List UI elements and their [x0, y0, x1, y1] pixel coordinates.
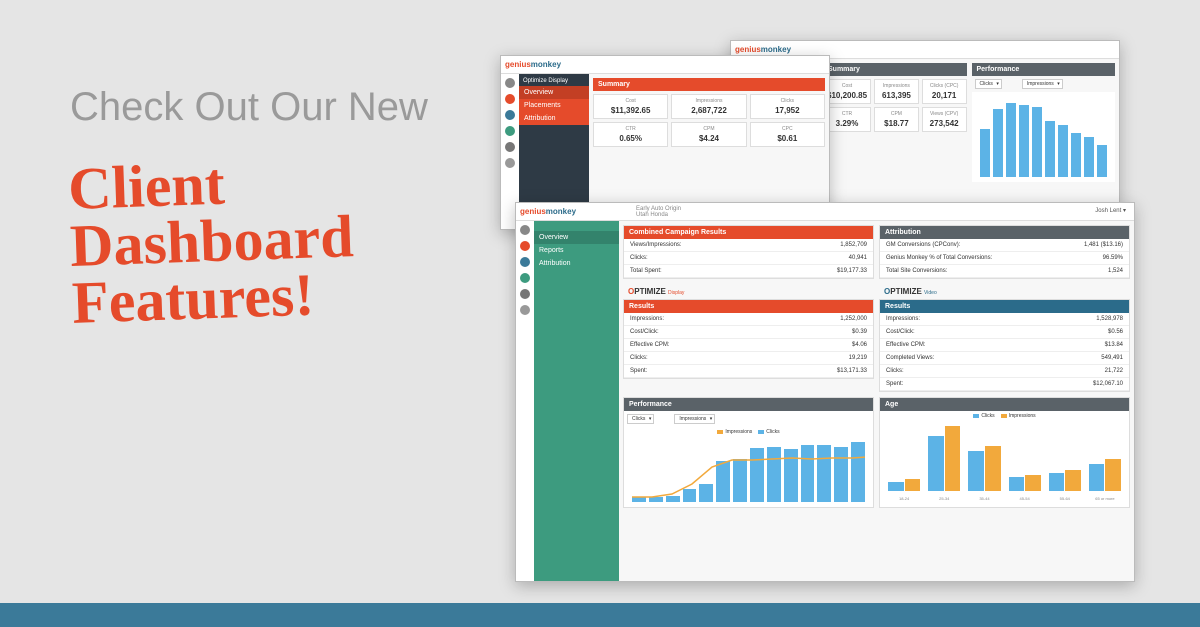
metric-impressions: Impressions2,687,722	[671, 94, 746, 119]
panel-title: Combined Campaign Results	[624, 226, 873, 239]
optimize-display-logo: OPTIMIZE Display	[623, 284, 874, 299]
chart-legend: Impressions Clicks	[624, 427, 873, 437]
nav-icon[interactable]	[520, 273, 530, 283]
sidebar-item-overview[interactable]: Overview	[534, 231, 619, 244]
panel-title: Age	[880, 398, 1129, 411]
metric-cost: Cost$10,200.85	[823, 79, 871, 104]
panel-combined: Combined Campaign Results Views/Impressi…	[623, 225, 874, 279]
performance-title: Performance	[972, 63, 1116, 76]
metric-cpm: CPM$18.77	[874, 107, 919, 132]
panel-performance: Performance Clicks Impressions Impressio…	[623, 397, 874, 508]
nav-icon[interactable]	[520, 241, 530, 251]
menu-icon[interactable]	[520, 225, 530, 235]
metric-cpc: CPC$0.61	[750, 122, 825, 147]
summary-title: Summary	[823, 63, 967, 76]
hero-title: Client Dashboard Features!	[67, 147, 473, 332]
nav-icon[interactable]	[505, 110, 515, 120]
nav-icon[interactable]	[520, 289, 530, 299]
panel-optimize-video: OPTIMIZE Video Results Impressions:1,528…	[879, 284, 1130, 392]
hero-text: Check Out Our New Client Dashboard Featu…	[70, 85, 470, 325]
nav-icon[interactable]	[520, 257, 530, 267]
kv-row: Clicks:21,722	[880, 365, 1129, 378]
kv-row: Impressions:1,252,000	[624, 313, 873, 326]
nav-icon[interactable]	[505, 126, 515, 136]
kv-row: Impressions:1,528,978	[880, 313, 1129, 326]
kv-row: Spent:$12,067.10	[880, 378, 1129, 391]
window-main-dashboard: geniusmonkey Early Auto OriginUtah Honda…	[515, 202, 1135, 582]
panel-age: Age Clicks Impressions 18-24	[879, 397, 1130, 508]
logo: geniusmonkey	[735, 45, 791, 54]
sidebar-main: Overview Reports Attribution	[534, 221, 619, 581]
metric-cpm: CPM$4.24	[671, 122, 746, 147]
menu-icon[interactable]	[505, 78, 515, 88]
metric-ctr: CTR3.29%	[823, 107, 871, 132]
chart-performance-b	[972, 92, 1116, 182]
logo: geniusmonkey	[505, 60, 561, 69]
content-area: Combined Campaign Results Views/Impressi…	[619, 221, 1134, 581]
logo: geniusmonkey	[520, 207, 576, 216]
sidebar-item-overview[interactable]: Overview	[519, 86, 589, 99]
window-header: geniusmonkey	[501, 56, 829, 74]
panel-title: Attribution	[880, 226, 1129, 239]
kv-row: Clicks:19,219	[624, 352, 873, 365]
sidebar-item-reports[interactable]: Reports	[534, 244, 619, 257]
kv-row: Clicks:40,941	[624, 252, 873, 265]
kv-row: Completed Views:549,491	[880, 352, 1129, 365]
sidebar-item-attribution[interactable]: Attribution	[519, 112, 589, 125]
hero-subtitle: Check Out Our New	[70, 85, 470, 129]
bottom-accent-bar	[0, 603, 1200, 627]
user-menu[interactable]: Josh Lent ▾	[1095, 207, 1126, 214]
nav-icon[interactable]	[505, 142, 515, 152]
chart-age	[880, 421, 1129, 496]
metric-views: Views (CPV)273,542	[922, 107, 967, 132]
sidebar-item-attribution[interactable]: Attribution	[534, 257, 619, 270]
content-area: Summary Cost$10,200.85 Impressions613,39…	[819, 59, 1119, 204]
dropdown-impressions[interactable]: Impressions	[674, 414, 715, 424]
dropdown-clicks[interactable]: Clicks	[627, 414, 654, 424]
metric-impressions: Impressions613,395	[874, 79, 919, 104]
client-label: Early Auto OriginUtah Honda	[636, 206, 681, 218]
icon-rail	[516, 221, 534, 581]
summary-title: Summary	[593, 78, 825, 91]
chart-legend: Clicks Impressions	[880, 411, 1129, 421]
chart-performance	[624, 437, 873, 507]
kv-row: Total Spent:$19,177.33	[624, 265, 873, 278]
kv-row: Genius Monkey % of Total Conversions:96.…	[880, 252, 1129, 265]
sidebar-title: Optimize Display	[519, 74, 589, 86]
metric-clicks: Clicks (CPC)20,171	[922, 79, 967, 104]
kv-row: GM Conversions (CPConv):1,481 ($13.16)	[880, 239, 1129, 252]
window-header: geniusmonkey Early Auto OriginUtah Honda…	[516, 203, 1134, 221]
kv-row: Cost/Click:$0.56	[880, 326, 1129, 339]
dropdown-metric1[interactable]: Clicks	[975, 79, 1002, 89]
panel-optimize-display: OPTIMIZE Display Results Impressions:1,2…	[623, 284, 874, 392]
optimize-video-logo: OPTIMIZE Video	[879, 284, 1130, 299]
metric-cost: Cost$11,392.65	[593, 94, 668, 119]
kv-row: Spent:$13,171.33	[624, 365, 873, 378]
kv-row: Cost/Click:$0.39	[624, 326, 873, 339]
kv-row: Total Site Conversions:1,524	[880, 265, 1129, 278]
results-title: Results	[624, 300, 873, 313]
nav-icon[interactable]	[505, 158, 515, 168]
kv-row: Effective CPM:$4.06	[624, 339, 873, 352]
age-axis: 18-24 25-34 35-44 45-54 55-64 65 or more	[880, 496, 1129, 504]
nav-icon[interactable]	[505, 94, 515, 104]
metric-clicks: Clicks17,952	[750, 94, 825, 119]
nav-icon[interactable]	[520, 305, 530, 315]
metric-ctr: CTR0.65%	[593, 122, 668, 147]
results-title: Results	[880, 300, 1129, 313]
sidebar-item-placements[interactable]: Placements	[519, 99, 589, 112]
dropdown-metric2[interactable]: Impressions	[1022, 79, 1063, 89]
panel-title: Performance	[624, 398, 873, 411]
kv-row: Effective CPM:$13.84	[880, 339, 1129, 352]
panel-attribution: Attribution GM Conversions (CPConv):1,48…	[879, 225, 1130, 279]
kv-row: Views/Impressions:1,852,709	[624, 239, 873, 252]
